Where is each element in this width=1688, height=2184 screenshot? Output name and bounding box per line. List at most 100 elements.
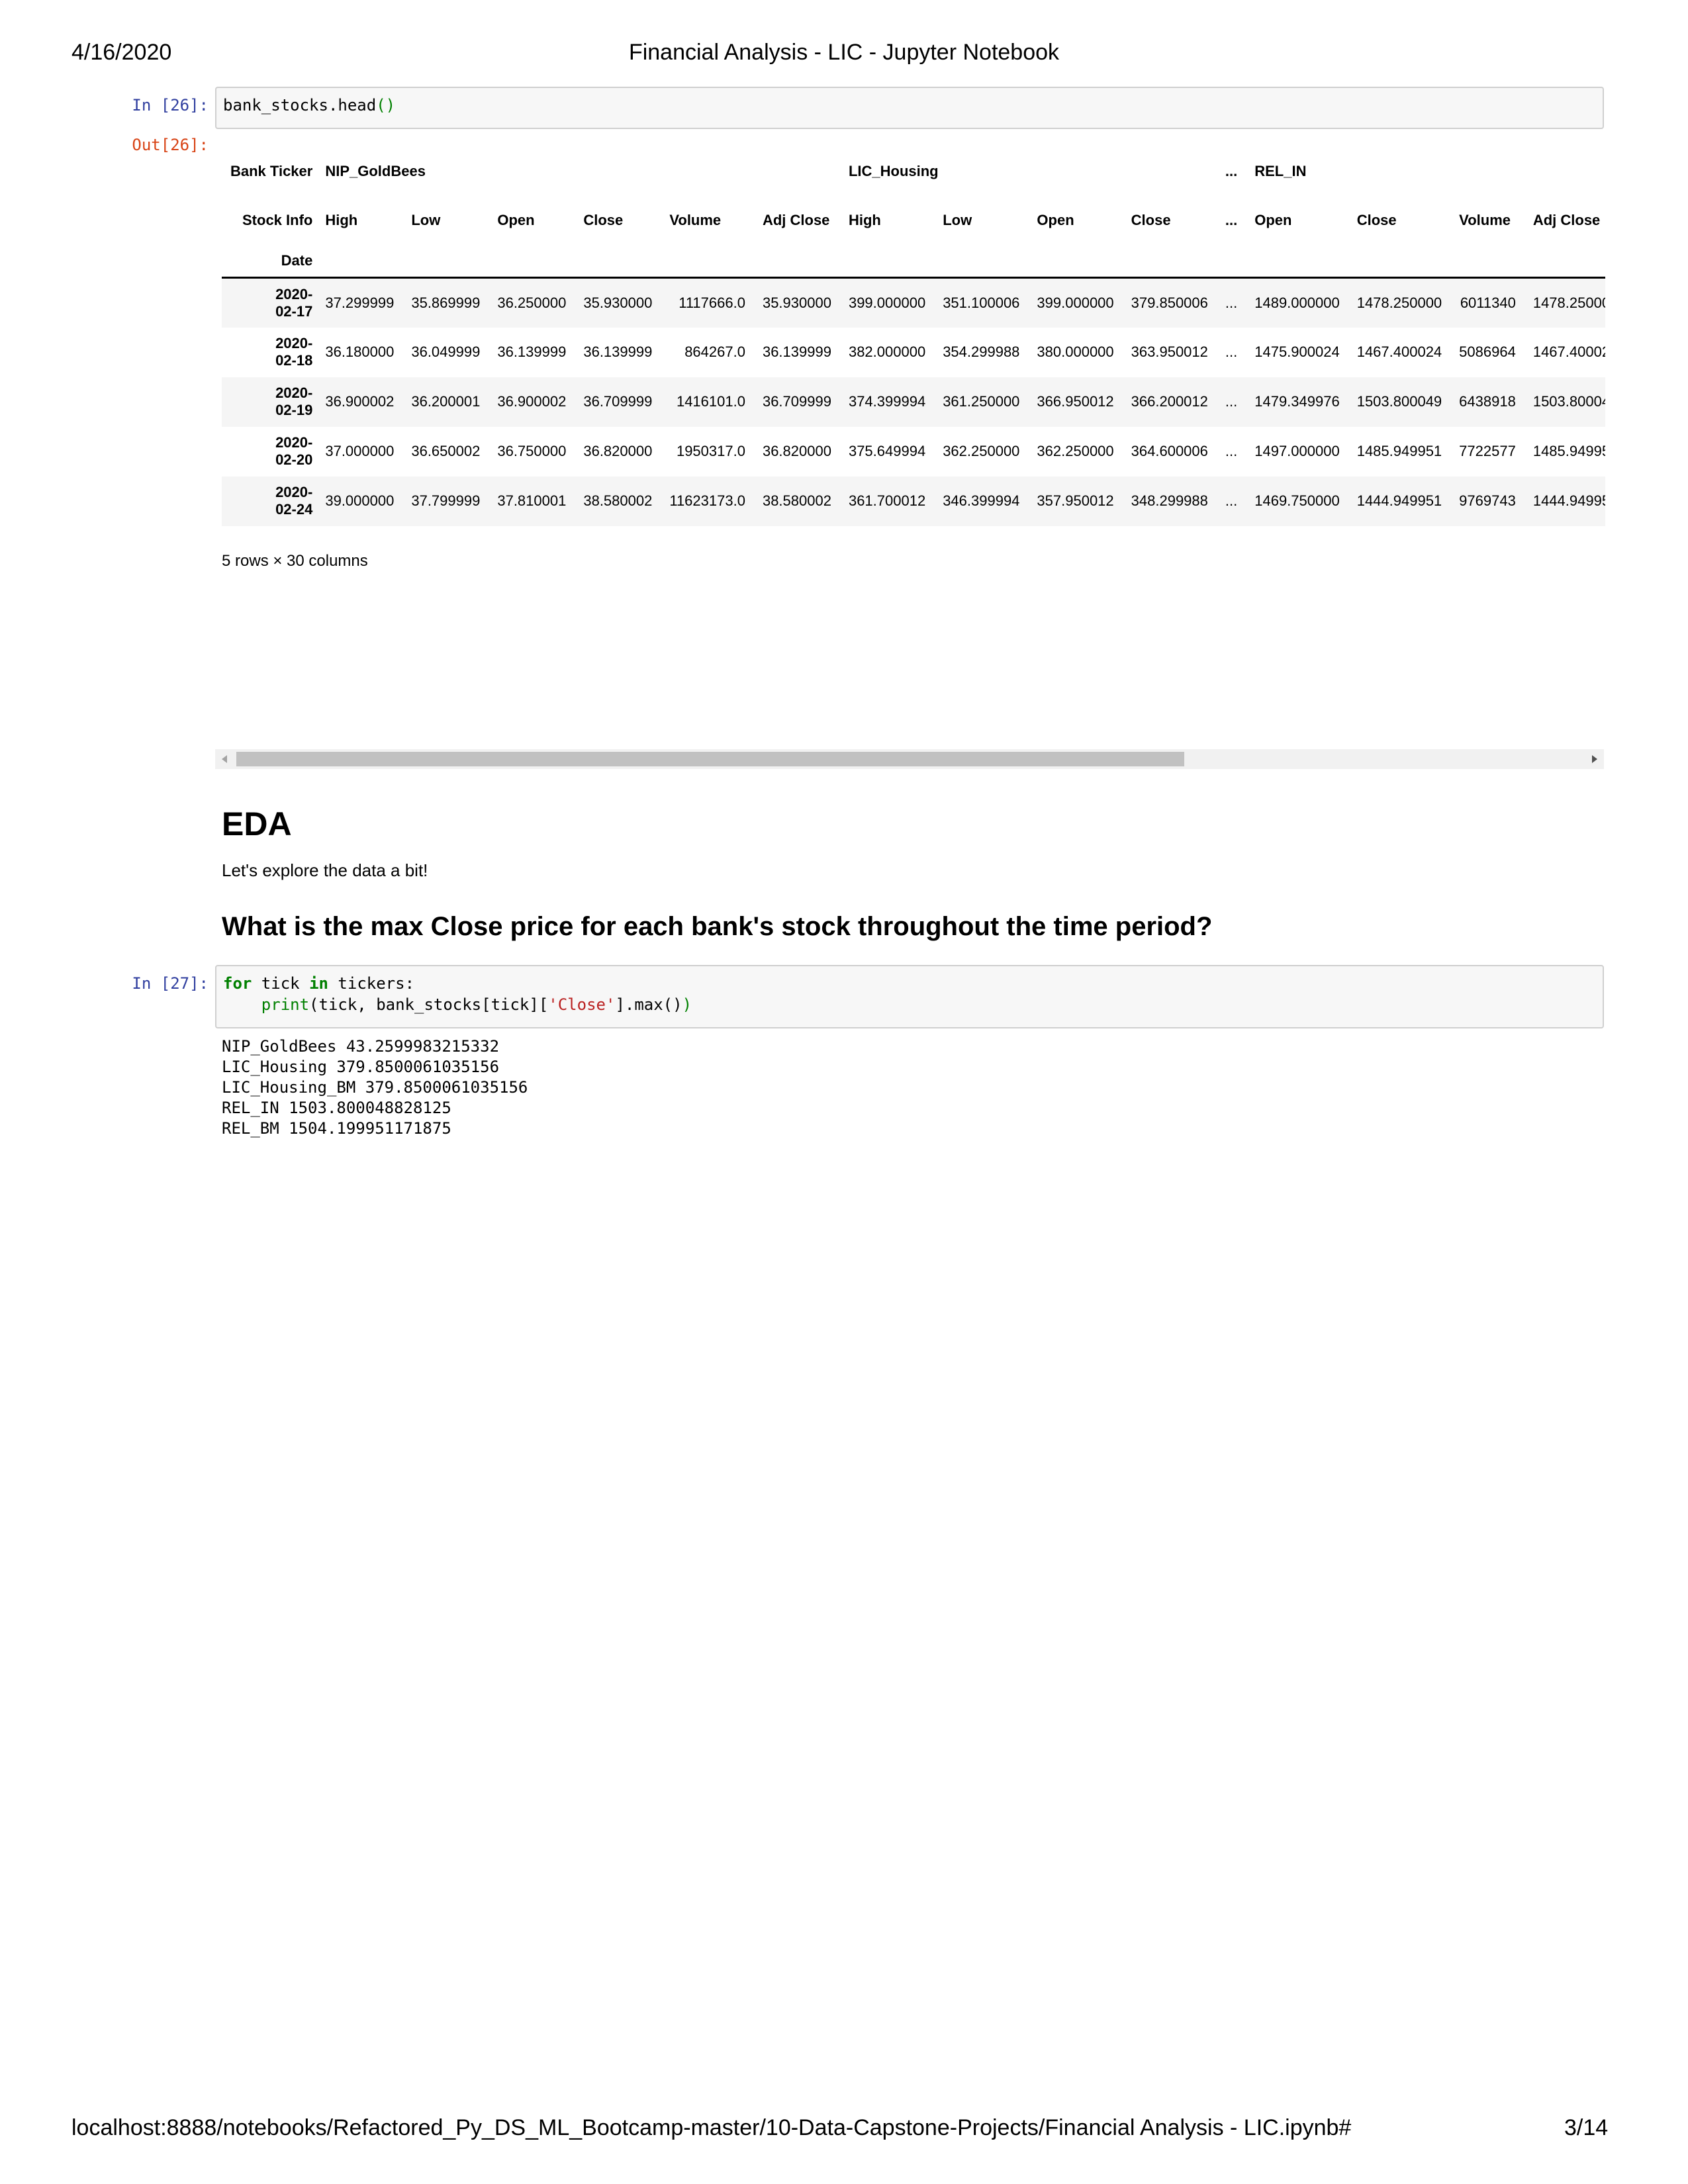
table-cell: 39.000000 [316, 476, 403, 526]
code-builtin: print [261, 995, 310, 1014]
table-cell: 36.139999 [497, 343, 567, 360]
table-cell: 380.000000 [1037, 343, 1114, 360]
code-cell-26[interactable]: bank_stocks.head() [215, 87, 1604, 129]
table-cell: 1467.400024 [1532, 343, 1605, 360]
table-row: 2020- 02-19 36.900002 36.200001 36.900002 36.… [222, 377, 1605, 427]
table-cell: 1950317.0 [676, 443, 745, 459]
code-parens: () [376, 96, 396, 114]
code-paren: ) [682, 995, 692, 1014]
column-header: Open [497, 212, 535, 228]
table-cell: 366.200012 [1122, 377, 1217, 427]
column-header: Low [411, 212, 441, 228]
print-page-number: 3/14 [1564, 2115, 1609, 2140]
table-cell: 36.139999 [583, 343, 653, 360]
table-cell: 364.600006 [1131, 443, 1208, 459]
column-header-ellipsis: ... [1225, 212, 1238, 228]
scrollbar-thumb[interactable] [236, 752, 1184, 766]
table-cell: 36.200001 [402, 377, 489, 427]
table-cell: 348.299988 [1122, 476, 1217, 526]
table-cell: 346.399994 [934, 476, 1029, 526]
table-cell: 379.850006 [1122, 277, 1217, 328]
table-cell: 1416101.0 [661, 377, 754, 427]
row-index-date: 2020- 02-18 [275, 335, 313, 369]
table-cell: 36.820000 [762, 443, 831, 459]
table-cell: 37.810001 [489, 476, 575, 526]
index-name-date: Date [281, 252, 313, 269]
table-cell: 366.950012 [1028, 377, 1123, 427]
table-cell: 36.650002 [411, 443, 481, 459]
table-cell: 1479.349976 [1246, 377, 1348, 427]
table-cell: 399.000000 [1028, 277, 1123, 328]
column-header: Close [583, 212, 624, 228]
table-cell: 357.950012 [1028, 476, 1123, 526]
table-cell: 864267.0 [684, 343, 745, 360]
table-cell: 6438918 [1450, 377, 1524, 427]
code-cell-27[interactable]: for tick in tickers: print(tick, bank_st… [215, 965, 1604, 1028]
code-string: 'Close' [548, 995, 616, 1014]
column-header: High [325, 212, 358, 228]
row-index-date: 2020- 02-17 [222, 277, 317, 328]
table-cell: 1117666.0 [661, 277, 754, 328]
ticker-header: LIC_Housing [848, 163, 939, 179]
table-cell: 36.820000 [583, 443, 653, 459]
table-cell: 1478.250000 [1348, 277, 1451, 328]
table-cell: ... [1216, 377, 1246, 427]
table-cell: 382.000000 [848, 343, 926, 360]
table-cell: 1475.900024 [1254, 343, 1340, 360]
stdout-line: LIC_Housing_BM 379.8500061035156 [222, 1078, 528, 1097]
table-cell: 36.049999 [411, 343, 481, 360]
scroll-left-arrow-icon[interactable] [222, 755, 227, 763]
table-cell: 35.930000 [575, 277, 661, 328]
table-cell: 354.299988 [943, 343, 1020, 360]
column-header: Open [1254, 212, 1292, 228]
dataframe-table: Bank Ticker NIP_GoldBees LIC_Housing ...… [222, 147, 1605, 526]
table-cell: 37.000000 [325, 443, 395, 459]
table-cell: 9769743 [1450, 476, 1524, 526]
table-cell: 35.930000 [753, 277, 840, 328]
table-cell: 36.900002 [489, 377, 575, 427]
table-cell: 38.580002 [575, 476, 661, 526]
table-cell: 5086964 [1459, 343, 1516, 360]
table-row: 2020- 02-20 37.000000 36.650002 36.750000 36.… [222, 427, 1605, 477]
table-cell: 361.700012 [839, 476, 935, 526]
code-text: ].max() [615, 995, 682, 1014]
table-cell: 362.250000 [1037, 443, 1114, 459]
table-cell: 36.900002 [316, 377, 403, 427]
scroll-right-arrow-icon[interactable] [1592, 755, 1597, 763]
table-cell: 374.399994 [839, 377, 935, 427]
stdout-line: NIP_GoldBees 43.2599983215332 [222, 1037, 500, 1056]
table-cell: 361.250000 [934, 377, 1029, 427]
table-cell: 1489.000000 [1246, 277, 1348, 328]
question-heading: What is the max Close price for each ban… [222, 912, 1213, 941]
stdout-line: REL_BM 1504.199951171875 [222, 1119, 451, 1138]
table-cell: 36.180000 [325, 343, 395, 360]
table-cell: 362.250000 [943, 443, 1020, 459]
column-header: High [848, 212, 881, 228]
table-cell: 399.000000 [839, 277, 935, 328]
table-row: 2020- 02-18 36.180000 36.049999 36.139999 36.… [222, 328, 1605, 377]
table-cell: ... [1225, 443, 1238, 459]
table-cell: ... [1225, 343, 1238, 360]
horizontal-scrollbar[interactable] [215, 749, 1604, 769]
column-header: Volume [669, 212, 722, 228]
row-index-date: 2020- 02-20 [275, 434, 313, 468]
column-header: Adj Close [1532, 212, 1601, 228]
table-cell: 38.580002 [753, 476, 840, 526]
column-header: Volume [1459, 212, 1511, 228]
table-cell: 37.299999 [316, 277, 403, 328]
code-text: (tick, bank_stocks[tick][ [309, 995, 549, 1014]
table-cell: 6011340 [1450, 277, 1524, 328]
code-text: tickers: [328, 974, 415, 993]
table-cell: 7722577 [1459, 443, 1516, 459]
table-cell: 1503.800049 [1348, 377, 1451, 427]
table-cell: 36.139999 [762, 343, 831, 360]
column-header: Close [1356, 212, 1397, 228]
table-cell: 351.100006 [934, 277, 1029, 328]
column-header-row: Stock Info High Low Open Close Volume Ad… [222, 196, 1605, 245]
column-header: Open [1037, 212, 1074, 228]
table-cell: 1469.750000 [1246, 476, 1348, 526]
table-cell: 363.950012 [1131, 343, 1208, 360]
table-cell: 1467.400024 [1356, 343, 1442, 360]
dataframe-output: Bank Ticker NIP_GoldBees LIC_Housing ...… [222, 147, 1605, 584]
